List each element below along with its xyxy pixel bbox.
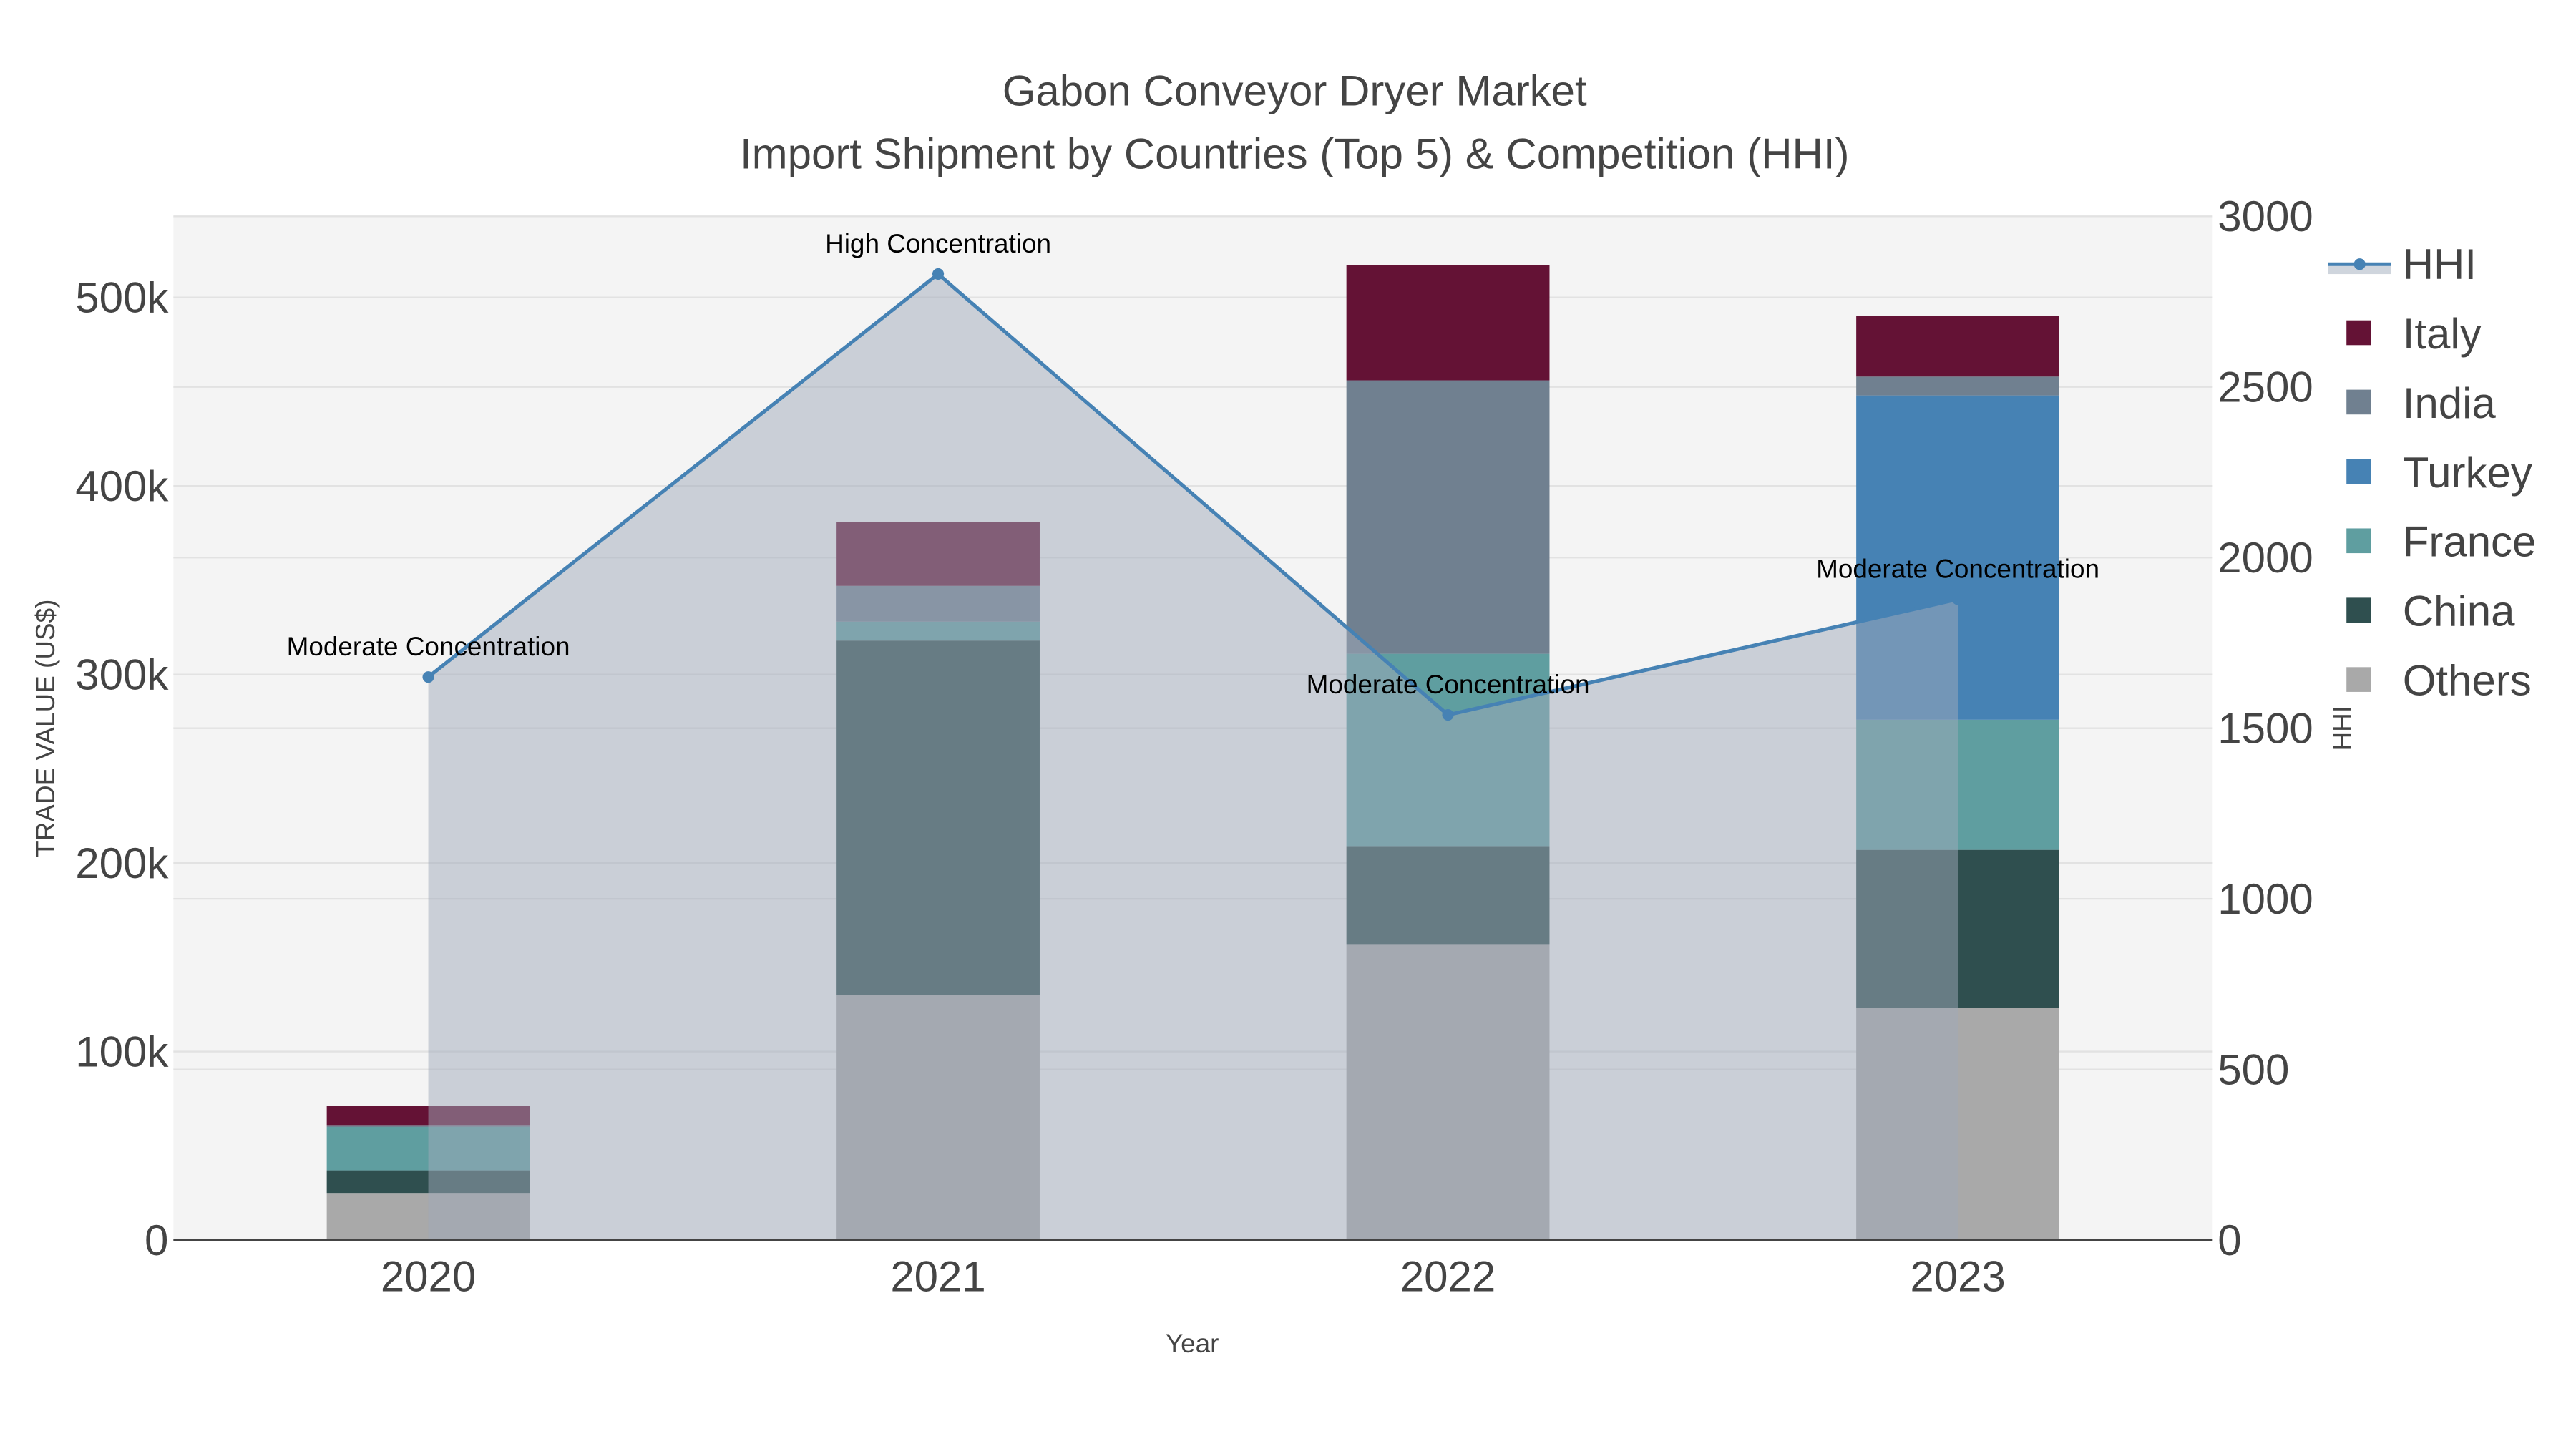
legend-swatch-italy	[2346, 320, 2371, 346]
y2-tick-label: 3000	[2218, 192, 2313, 240]
y2-tick-label: 0	[2218, 1216, 2241, 1264]
y-tick-label: 300k	[75, 650, 169, 698]
y-tick-label: 200k	[75, 839, 169, 887]
bar-italy-2023	[1856, 316, 2059, 377]
x-axis-title: Year	[1166, 1329, 1219, 1358]
legend-label-others: Others	[2403, 657, 2532, 705]
legend-label-italy: Italy	[2403, 310, 2482, 358]
y2-tick-label: 500	[2218, 1045, 2289, 1093]
x-tick-label: 2023	[1910, 1253, 2005, 1301]
y2-tick-label: 2000	[2218, 534, 2313, 582]
hhi-point-2021	[932, 268, 945, 280]
bar-india-2023	[1856, 376, 2059, 396]
bar-italy-2022	[1346, 265, 1550, 381]
y2-tick-label: 1000	[2218, 875, 2313, 923]
legend-hhi-marker	[2353, 258, 2366, 270]
hhi-point-2023	[1951, 593, 1964, 605]
legend-swatch-others	[2346, 667, 2371, 692]
y-tick-label: 0	[145, 1216, 168, 1264]
legend-swatch-india	[2346, 389, 2371, 415]
y-tick-label: 400k	[75, 462, 169, 510]
y2-axis-title: HHI	[2328, 706, 2357, 751]
y2-tick-label: 2500	[2218, 364, 2313, 411]
y2-tick-label: 1500	[2218, 704, 2313, 752]
hhi-point-2022	[1442, 709, 1454, 721]
chart: Moderate Concentration High Concentration…	[31, 67, 2537, 1358]
y-axis-title: TRADE VALUE (US$)	[31, 600, 60, 857]
chart-title: Gabon Conveyor Dryer Market	[1002, 67, 1587, 115]
hhi-annotation: Moderate Concentration	[1816, 554, 2099, 583]
hhi-annotation: High Concentration	[825, 229, 1051, 258]
legend-swatch-france	[2346, 528, 2371, 554]
y-tick-label: 500k	[75, 273, 169, 321]
hhi-annotation: Moderate Concentration	[287, 632, 570, 661]
chart-subtitle: Import Shipment by Countries (Top 5) & C…	[740, 130, 1850, 177]
x-tick-label: 2022	[1400, 1253, 1496, 1301]
legend-label-china: China	[2403, 587, 2515, 635]
legend-label-turkey: Turkey	[2403, 449, 2532, 497]
legend-label-india: India	[2403, 379, 2497, 427]
x-tick-label: 2021	[890, 1253, 985, 1301]
hhi-annotation: Moderate Concentration	[1307, 670, 1590, 699]
legend-label-france: France	[2403, 518, 2537, 566]
y-tick-label: 100k	[75, 1028, 169, 1075]
legend-swatch-turkey	[2346, 459, 2371, 484]
legend: HHI Italy India Turkey France China Others	[2328, 240, 2537, 705]
hhi-point-2020	[422, 671, 434, 683]
legend-swatch-china	[2346, 597, 2371, 623]
x-tick-label: 2020	[381, 1253, 476, 1301]
bar-india-2022	[1346, 380, 1550, 654]
legend-label-hhi: HHI	[2403, 240, 2477, 288]
